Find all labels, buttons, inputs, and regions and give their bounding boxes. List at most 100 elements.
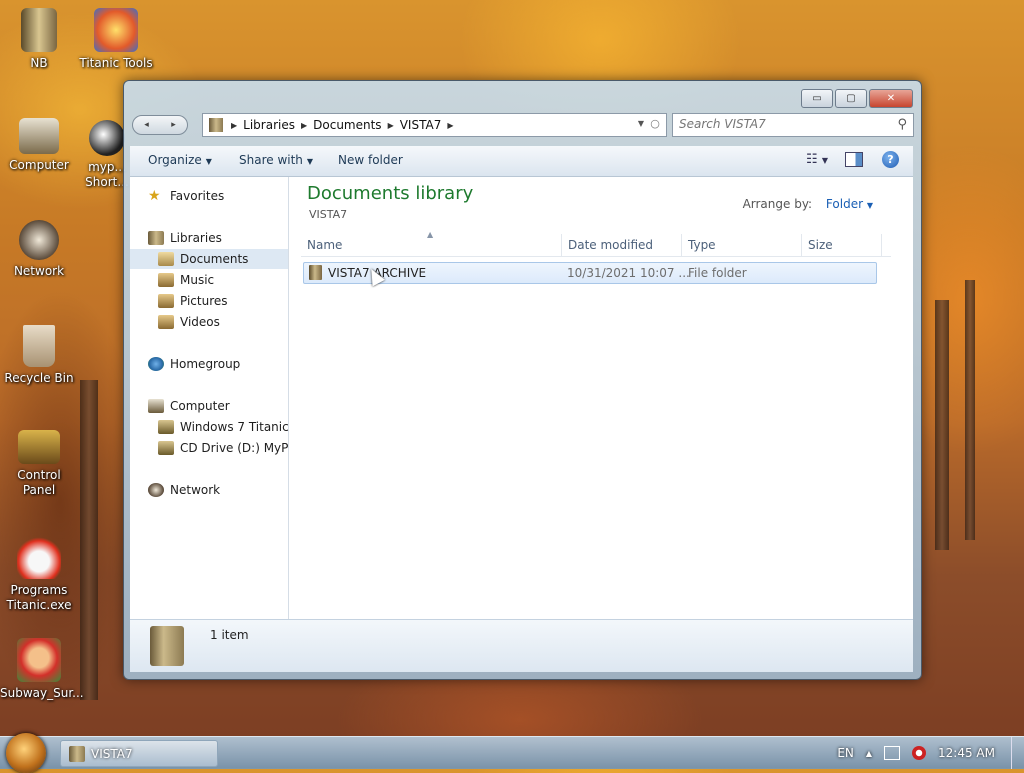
nav-item-music[interactable]: Music <box>158 270 288 290</box>
column-size[interactable]: Size <box>808 238 833 252</box>
library-title: Documents library <box>307 183 474 204</box>
column-type[interactable]: Type <box>688 238 716 252</box>
taskbar-button-label: VISTA7 <box>91 746 133 761</box>
new-folder-button[interactable]: New folder <box>338 153 403 167</box>
nav-label: Homegroup <box>170 357 241 371</box>
desktop-icon-recycle-bin[interactable]: Recycle Bin <box>0 325 78 386</box>
star-icon: ★ <box>148 188 161 204</box>
control-panel-icon <box>18 430 60 464</box>
clock[interactable]: 12:45 AM <box>938 746 995 760</box>
nav-item-pictures[interactable]: Pictures <box>158 291 288 311</box>
nav-item-network[interactable]: Network <box>148 480 288 500</box>
breadcrumb[interactable]: ▶ Libraries ▶ Documents ▶ VISTA7 ▶ ▼ ○ <box>202 113 667 137</box>
maximize-button[interactable]: ▢ <box>835 89 867 108</box>
column-date-modified[interactable]: Date modified <box>568 238 653 252</box>
nav-label: Documents <box>180 252 249 266</box>
breadcrumb-documents[interactable]: Documents <box>307 118 387 132</box>
file-row[interactable]: VISTA7 ARCHIVE 10/31/2021 10:07 ... File… <box>303 262 877 284</box>
computer-icon <box>19 118 59 154</box>
taskbar-button-vista7[interactable]: VISTA7 <box>60 740 218 767</box>
nav-item-drive-d[interactable]: CD Drive (D:) MyPal <box>158 438 289 458</box>
nav-item-documents[interactable]: Documents <box>130 249 288 269</box>
nav-item-favorites[interactable]: ★ Favorites <box>148 186 288 206</box>
help-button[interactable]: ? <box>882 151 899 168</box>
chevron-down-icon[interactable]: ▼ <box>638 119 644 128</box>
nav-label: Network <box>170 483 221 497</box>
library-icon <box>148 231 164 245</box>
navigation-pane: ★ Favorites Libraries Documents Music Pi… <box>130 177 289 619</box>
show-hidden-icons-icon[interactable]: ▲ <box>866 749 872 758</box>
tree-trunk <box>935 300 949 550</box>
back-button[interactable]: ◂ <box>133 116 160 134</box>
organize-button[interactable]: Organize ▼ <box>148 153 212 167</box>
content-pane: Documents library VISTA7 Arrange by: Fol… <box>289 177 913 619</box>
desktop-icon-subway-surfers[interactable]: Subway_Sur... <box>0 638 84 701</box>
hard-drive-icon <box>158 420 174 434</box>
nav-item-homegroup[interactable]: Homegroup <box>148 354 288 374</box>
cd-drive-icon <box>158 441 174 455</box>
nav-label: Computer <box>170 399 230 413</box>
share-with-button[interactable]: Share with ▼ <box>239 153 313 167</box>
view-options-icon[interactable]: ☷ ▼ <box>806 152 828 167</box>
arrange-by-label: Arrange by: <box>742 197 813 211</box>
desktop-icon-control-panel[interactable]: Control Panel <box>0 430 78 498</box>
nav-item-libraries[interactable]: Libraries <box>148 228 288 248</box>
homegroup-icon <box>148 357 164 371</box>
network-tray-icon[interactable] <box>884 746 901 760</box>
nav-item-computer[interactable]: Computer <box>148 396 288 416</box>
game-icon <box>17 638 61 682</box>
minimize-button[interactable]: ▭ <box>801 89 833 108</box>
chevron-down-icon: ▼ <box>306 157 314 166</box>
search-icon[interactable]: ⚲ <box>897 117 907 132</box>
tree-trunk <box>80 380 98 700</box>
breadcrumb-separator-icon[interactable]: ▶ <box>447 121 453 130</box>
column-divider[interactable] <box>681 234 682 256</box>
desktop-icon-nb[interactable]: NB <box>0 8 78 71</box>
nav-label: CD Drive (D:) MyPal <box>180 441 289 455</box>
desktop-icon-computer[interactable]: Computer <box>0 118 78 173</box>
organize-label: Organize <box>148 153 202 167</box>
fire-icon <box>17 535 61 579</box>
explorer-window: ▭ ▢ ✕ ◂ ▸ ▶ Libraries ▶ Documents ▶ VIST… <box>123 80 922 680</box>
refresh-icon[interactable]: ○ <box>648 117 662 131</box>
file-type: File folder <box>688 266 747 280</box>
language-indicator[interactable]: EN <box>837 746 854 760</box>
column-divider[interactable] <box>881 234 882 256</box>
column-name[interactable]: Name <box>307 238 342 252</box>
file-date-modified: 10/31/2021 10:07 ... <box>567 266 690 280</box>
chevron-down-icon: ▼ <box>205 157 212 166</box>
breadcrumb-libraries[interactable]: Libraries <box>237 118 301 132</box>
show-desktop-button[interactable] <box>1011 737 1024 769</box>
caption-buttons: ▭ ▢ ✕ <box>801 89 913 108</box>
breadcrumb-vista7[interactable]: VISTA7 <box>394 118 448 132</box>
close-button[interactable]: ✕ <box>869 89 913 108</box>
item-count: 1 item <box>210 628 249 642</box>
forward-button[interactable]: ▸ <box>160 116 187 134</box>
sort-arrow-icon: ▲ <box>427 230 434 239</box>
folder-icon <box>21 8 57 52</box>
videos-icon <box>158 315 174 329</box>
desktop-icon-programs-titanic[interactable]: Programs Titanic.exe <box>0 535 78 613</box>
desktop-icon-network[interactable]: Network <box>0 220 78 279</box>
column-divider[interactable] <box>561 234 562 256</box>
column-divider[interactable] <box>801 234 802 256</box>
recycle-bin-icon <box>23 325 55 367</box>
window-body: ★ Favorites Libraries Documents Music Pi… <box>130 177 913 619</box>
arrange-by-dropdown[interactable]: Folder ▼ <box>826 197 873 211</box>
preview-pane-icon[interactable] <box>845 152 863 167</box>
nav-item-drive-c[interactable]: Windows 7 Titanic E <box>158 417 288 437</box>
tools-icon <box>94 8 138 52</box>
network-icon <box>148 483 164 497</box>
nav-label: Music <box>180 273 215 287</box>
raccoon-icon <box>89 120 125 156</box>
arrange-by: Arrange by: Folder ▼ <box>743 197 873 211</box>
start-button[interactable] <box>6 733 46 773</box>
desktop-icon-titanic-tools[interactable]: Titanic Tools <box>77 8 155 71</box>
nav-label: Pictures <box>180 294 228 308</box>
search-input[interactable] <box>673 114 890 134</box>
nav-item-videos[interactable]: Videos <box>158 312 288 332</box>
system-tray: EN ▲ 12:45 AM <box>837 737 1024 769</box>
chevron-down-icon: ▼ <box>866 201 873 210</box>
volume-icon[interactable] <box>912 746 927 760</box>
column-headers: ▲ Name Date modified Type Size <box>301 230 891 257</box>
